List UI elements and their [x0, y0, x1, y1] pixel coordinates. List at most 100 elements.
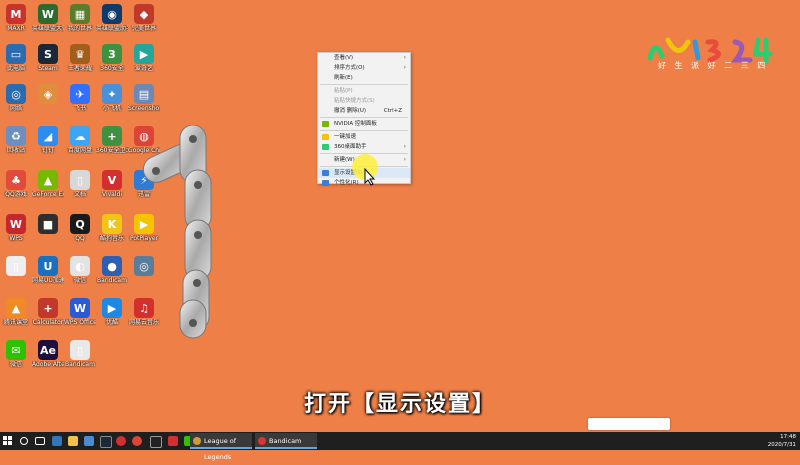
context-menu-item[interactable]: 刷新(E) [318, 73, 410, 83]
desktop-icon[interactable]: W WPS [0, 214, 32, 252]
app-icon: ♛ [70, 44, 90, 64]
app-icon: S [38, 44, 58, 64]
desktop-icon-label: 钉钉 [41, 147, 54, 154]
desktop-icon[interactable]: ▭ 此电脑 [0, 44, 32, 82]
app-icon: 3 [102, 44, 122, 64]
desktop-icon[interactable]: ✈ 飞书 [64, 84, 96, 122]
system-clock[interactable]: 17:48 2020/7/31 [768, 433, 796, 449]
menu-item-label: 粘贴(P) [334, 88, 353, 94]
desktop-icon[interactable]: ▶ 优酷 [96, 298, 128, 336]
search-icon[interactable] [20, 437, 28, 445]
taskbar-app-league[interactable]: League of Legends [190, 433, 252, 461]
desktop-icon[interactable]: W英雄联盟大师 [32, 4, 64, 42]
desktop-icon[interactable]: ◈ [32, 84, 64, 122]
desktop-icon[interactable]: V Vivaldi [96, 170, 128, 208]
context-menu-item[interactable]: 粘贴快捷方式(S) [318, 96, 410, 106]
desktop-icon-label: 飞书 [73, 105, 86, 112]
menu-item-label: NVIDIA 控制面板 [334, 121, 377, 127]
desktop-icon[interactable]: ◢ 钉钉 [32, 126, 64, 164]
desktop-icon-label: 网易UU加速器 [32, 277, 64, 284]
context-menu-item[interactable]: NVIDIA 控制面板 [318, 119, 410, 129]
app-icon: ▯ [70, 170, 90, 190]
menu-item-icon [322, 170, 329, 176]
desktop-icon[interactable]: ▯ [0, 256, 32, 294]
app-icon: + [102, 126, 122, 146]
desktop-icon[interactable]: ▲GeForce Experience [32, 170, 64, 208]
desktop-icon[interactable]: W WPS Office [64, 298, 96, 336]
app-icon: ◎ [6, 84, 26, 104]
desktop-icon[interactable]: ◆ 完美世界 [128, 4, 160, 42]
desktop-icon-label: Vivaldi [101, 191, 122, 198]
desktop-icon[interactable]: ▯ Bandicam [64, 340, 96, 378]
submenu-arrow-icon: › [403, 64, 406, 71]
ime-toolbar[interactable] [588, 418, 670, 430]
desktop-icon[interactable]: ◎ 网络 [0, 84, 32, 122]
submenu-arrow-icon: › [403, 54, 406, 61]
context-menu-item[interactable]: 一键加速 [318, 132, 410, 142]
desktop-icon[interactable]: ◉英雄联盟助手 [96, 4, 128, 42]
desktop-icon[interactable]: S Steam [32, 44, 64, 82]
app-icon: ♣ [6, 170, 26, 190]
desktop[interactable]: MMAXRW英雄联盟大师▦我的世界◉英雄联盟助手◆完美世界▭此电脑SSteam♛… [0, 0, 800, 432]
context-menu-item[interactable]: 360桌面助手 › [318, 142, 410, 152]
windows-start-icon[interactable] [3, 436, 13, 446]
menu-item-label: 撤消 删除(U) [334, 108, 367, 114]
app-icon: U [38, 256, 58, 276]
desktop-icon[interactable]: ▦ 我的世界 [64, 4, 96, 42]
store-icon[interactable] [84, 436, 94, 446]
desktop-icon[interactable]: K 酷狗音乐 [96, 214, 128, 252]
taskbar-app-bandicam[interactable]: Bandicam [255, 433, 317, 449]
desktop-icon[interactable]: +360安全卫士 [96, 126, 128, 164]
clock-date: 2020/7/31 [767, 442, 796, 448]
menu-item-label: 一键加速 [334, 134, 357, 140]
desktop-icon[interactable]: AeAdobe After Effects 2020 [32, 340, 64, 378]
desktop-icon[interactable]: ♣ QQ游戏 [0, 170, 32, 208]
desktop-icon[interactable]: 3 360安全 [96, 44, 128, 82]
bike-chain-wallpaper [142, 125, 212, 339]
desktop-icon-label: Steam [38, 65, 58, 72]
desktop-icon-label: MAXR [7, 25, 25, 32]
desktop-icon[interactable]: ☁ 百度网盘 [64, 126, 96, 164]
desktop-icon[interactable]: ▯ 文档 [64, 170, 96, 208]
desktop-icon[interactable]: U网易UU加速器 [32, 256, 64, 294]
menu-separator [320, 84, 408, 85]
menu-item-label: 排序方式(O) [334, 65, 365, 71]
qq-icon[interactable] [150, 436, 162, 448]
desktop-icon[interactable]: ▲ 腾讯课堂 [0, 298, 32, 336]
desktop-icon[interactable]: ▤ Screenshot [128, 84, 160, 122]
chrome-icon[interactable] [132, 436, 142, 446]
context-menu-item[interactable]: 查看(V) › [318, 53, 410, 63]
app-icon: ✦ [102, 84, 122, 104]
file-explorer-icon[interactable] [68, 436, 78, 446]
desktop-icon[interactable]: ◐ 微信 [64, 256, 96, 294]
desktop-icon-label: 腾讯课堂 [3, 319, 28, 326]
context-menu-item[interactable]: 排序方式(O) › [318, 63, 410, 73]
clock-time: 17:48 [780, 434, 796, 440]
netease-music-icon[interactable] [116, 436, 126, 446]
desktop-icon[interactable]: ● Bandicam [96, 256, 128, 294]
task-view-icon[interactable] [35, 437, 45, 445]
menu-item-label: 360桌面助手 [334, 144, 367, 150]
desktop-icon[interactable]: Q QQ [64, 214, 96, 252]
steam-icon[interactable] [100, 436, 112, 448]
desktop-icon[interactable]: M MAXR [0, 4, 32, 42]
desktop-icon[interactable]: ▶ 爱奇艺 [128, 44, 160, 82]
edge-icon[interactable] [52, 436, 62, 446]
app-icon: ✉ [6, 340, 26, 360]
desktop-icon[interactable]: ■ [32, 214, 64, 252]
desktop-icon-label: Calculator [32, 319, 64, 326]
desktop-icon[interactable]: + Calculator [32, 298, 64, 336]
app-icon: ▦ [70, 4, 90, 24]
desktop-icon-label: Bandicam [65, 361, 95, 368]
desktop-icon[interactable]: ✉ 微信 [0, 340, 32, 378]
app-icon: Q [70, 214, 90, 234]
context-menu-item[interactable]: 撤消 删除(U) Ctrl+Z [318, 106, 410, 116]
league-of-legends-icon [193, 437, 201, 445]
app-icon: ▯ [70, 340, 90, 360]
menu-separator [320, 117, 408, 118]
vivaldi-icon[interactable] [168, 436, 178, 446]
desktop-icon[interactable]: ♻ 回收站 [0, 126, 32, 164]
desktop-icon[interactable]: ✦ 小飞机 [96, 84, 128, 122]
context-menu-item[interactable]: 粘贴(P) [318, 86, 410, 96]
desktop-icon[interactable]: ♛ 王者荣耀 [64, 44, 96, 82]
